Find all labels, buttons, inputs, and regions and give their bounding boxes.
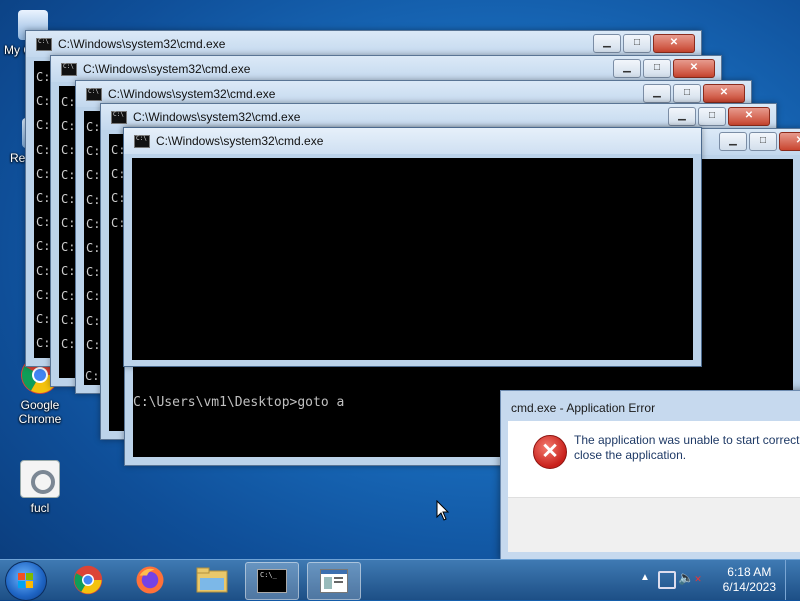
maximize-button[interactable]: □ [698, 107, 726, 126]
clock-date: 6/14/2023 [722, 580, 776, 594]
mouse-cursor-icon [436, 500, 450, 521]
network-icon[interactable] [658, 571, 676, 589]
desktop-icon-label: fucl [30, 501, 50, 515]
volume-muted-icon[interactable]: 🔈✕ [678, 570, 702, 586]
error-message: The application was unable to start corr… [574, 433, 800, 462]
maximize-button[interactable]: □ [623, 34, 651, 53]
minimize-button[interactable]: ▁ [593, 34, 621, 53]
system-tray: ▲ 🔈✕ 6:18 AM 6/14/2023 [640, 560, 800, 600]
clock[interactable]: 6:18 AM 6/14/2023 [723, 565, 776, 595]
close-button[interactable]: ✕ [673, 59, 715, 78]
error-icon: ✕ [533, 435, 567, 469]
chrome-icon [73, 565, 103, 595]
close-button[interactable]: ✕ [728, 107, 770, 126]
minimize-button[interactable]: ▁ [668, 107, 696, 126]
console-lines: C: C: C: C: C: C: C: C: C: C: C: [61, 95, 76, 352]
taskbar: C:\_ ▲ 🔈✕ 6:18 AM 6/14/2023 [0, 559, 800, 601]
minimize-button[interactable]: ▁ [643, 84, 671, 103]
windows-logo-icon [18, 573, 34, 589]
minimize-button[interactable]: ▁ [719, 132, 747, 151]
cmd-icon [134, 135, 150, 148]
dialog-button-area [508, 497, 800, 552]
close-button[interactable]: ✕ [703, 84, 745, 103]
window-title: C:\Windows\system32\cmd.exe [133, 110, 301, 124]
maximize-button[interactable]: □ [673, 84, 701, 103]
firefox-icon [136, 566, 164, 594]
maximize-button[interactable]: □ [643, 59, 671, 78]
title-bar[interactable]: C:\Windows\system32\cmd.exe ▁ □ ✕ [51, 56, 721, 82]
settings-file-icon [20, 460, 60, 498]
window-title: C:\Windows\system32\cmd.exe [108, 87, 276, 101]
close-button[interactable]: ✕ [779, 132, 800, 151]
window-title: C:\Windows\system32\cmd.exe [156, 134, 324, 148]
window-title: C:\Windows\system32\cmd.exe [58, 37, 226, 51]
taskbar-cmd-button[interactable]: C:\_ [245, 562, 299, 600]
minimize-button[interactable]: ▁ [613, 59, 641, 78]
clock-time: 6:18 AM [727, 565, 772, 579]
taskbar-explorer-button[interactable] [186, 562, 238, 598]
application-window-icon [320, 569, 348, 593]
desktop-icon-fucl[interactable]: fucl [5, 460, 75, 515]
close-button[interactable]: ✕ [653, 34, 695, 53]
console-line-fragment: C: [85, 369, 100, 383]
window-title: C:\Windows\system32\cmd.exe [83, 62, 251, 76]
console-lines: C: C: C: C: C: C: C: C: C: C: [86, 120, 101, 352]
console-area[interactable] [132, 158, 693, 360]
cmd-icon [36, 38, 52, 51]
cmd-icon [61, 63, 77, 76]
show-desktop-button[interactable] [785, 560, 800, 600]
title-bar[interactable]: C:\Windows\system32\cmd.exe ▁ □ ✕ [26, 31, 701, 57]
console-lines: C: C: C: C: C: C: C: C: C: C: C: C: [36, 70, 51, 351]
console-prompt-line: C:\Users\vm1\Desktop>goto a [133, 395, 345, 410]
folder-icon [196, 567, 228, 593]
desktop-icon-label: Google Chrome [18, 398, 62, 426]
application-error-dialog[interactable]: cmd.exe - Application Error ✕ The applic… [500, 390, 800, 560]
cmd-icon [86, 88, 102, 101]
cmd-icon: C:\_ [257, 569, 287, 593]
title-bar[interactable]: C:\Windows\system32\cmd.exe [124, 128, 701, 154]
dialog-content: ✕ The application was unable to start co… [508, 421, 800, 497]
cmd-icon [111, 111, 127, 124]
dialog-title-bar[interactable]: cmd.exe - Application Error [501, 391, 800, 421]
taskbar-chrome-button[interactable] [62, 562, 114, 598]
maximize-button[interactable]: □ [749, 132, 777, 151]
start-button[interactable] [5, 561, 47, 601]
dialog-title: cmd.exe - Application Error [511, 401, 656, 415]
taskbar-app-window-button[interactable] [307, 562, 361, 600]
taskbar-firefox-button[interactable] [124, 562, 176, 598]
cmd-window-active[interactable]: C:\Windows\system32\cmd.exe [123, 127, 702, 367]
show-hidden-icons-icon[interactable]: ▲ [640, 572, 650, 583]
